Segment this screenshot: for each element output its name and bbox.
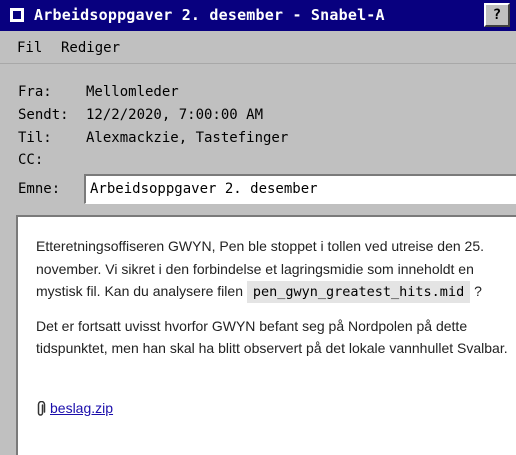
subject-field[interactable]: Arbeidsoppgaver 2. desember bbox=[84, 174, 516, 204]
message-body-pane: Etteretningsoffiseren GWYN, Pen ble stop… bbox=[16, 215, 516, 455]
cc-label: CC: bbox=[18, 152, 44, 168]
from-label: Fra: bbox=[18, 84, 52, 100]
attachment[interactable]: beslag.zip bbox=[36, 400, 113, 417]
menu-bar: Fil Rediger bbox=[0, 31, 516, 64]
subject-label: Emne: bbox=[18, 181, 61, 197]
to-value: Alexmackzie, Tastefinger bbox=[86, 130, 289, 146]
message-body: Etteretningsoffiseren GWYN, Pen ble stop… bbox=[36, 235, 508, 371]
body-paragraph-2: Det er fortsatt uvisst hvorfor GWYN befa… bbox=[36, 317, 508, 357]
paperclip-icon bbox=[37, 401, 46, 417]
filename-code: pen_gwyn_greatest_hits.mid bbox=[246, 281, 471, 303]
title-bar: Arbeidsoppgaver 2. desember - Snabel-A ? bbox=[0, 0, 516, 31]
menu-edit[interactable]: Rediger bbox=[61, 40, 120, 56]
to-label: Til: bbox=[18, 130, 52, 146]
body-p1-end: ? bbox=[470, 283, 482, 299]
help-button[interactable]: ? bbox=[484, 3, 510, 27]
sent-label: Sendt: bbox=[18, 107, 69, 123]
window-title: Arbeidsoppgaver 2. desember - Snabel-A bbox=[34, 6, 385, 24]
sent-value: 12/2/2020, 7:00:00 AM bbox=[86, 107, 264, 123]
mail-icon bbox=[10, 8, 24, 22]
attachment-link[interactable]: beslag.zip bbox=[50, 400, 113, 416]
body-paragraph-1: Etteretningsoffiseren GWYN, Pen ble stop… bbox=[36, 235, 508, 304]
menu-file[interactable]: Fil bbox=[17, 40, 42, 56]
from-value: Mellomleder bbox=[86, 84, 179, 100]
